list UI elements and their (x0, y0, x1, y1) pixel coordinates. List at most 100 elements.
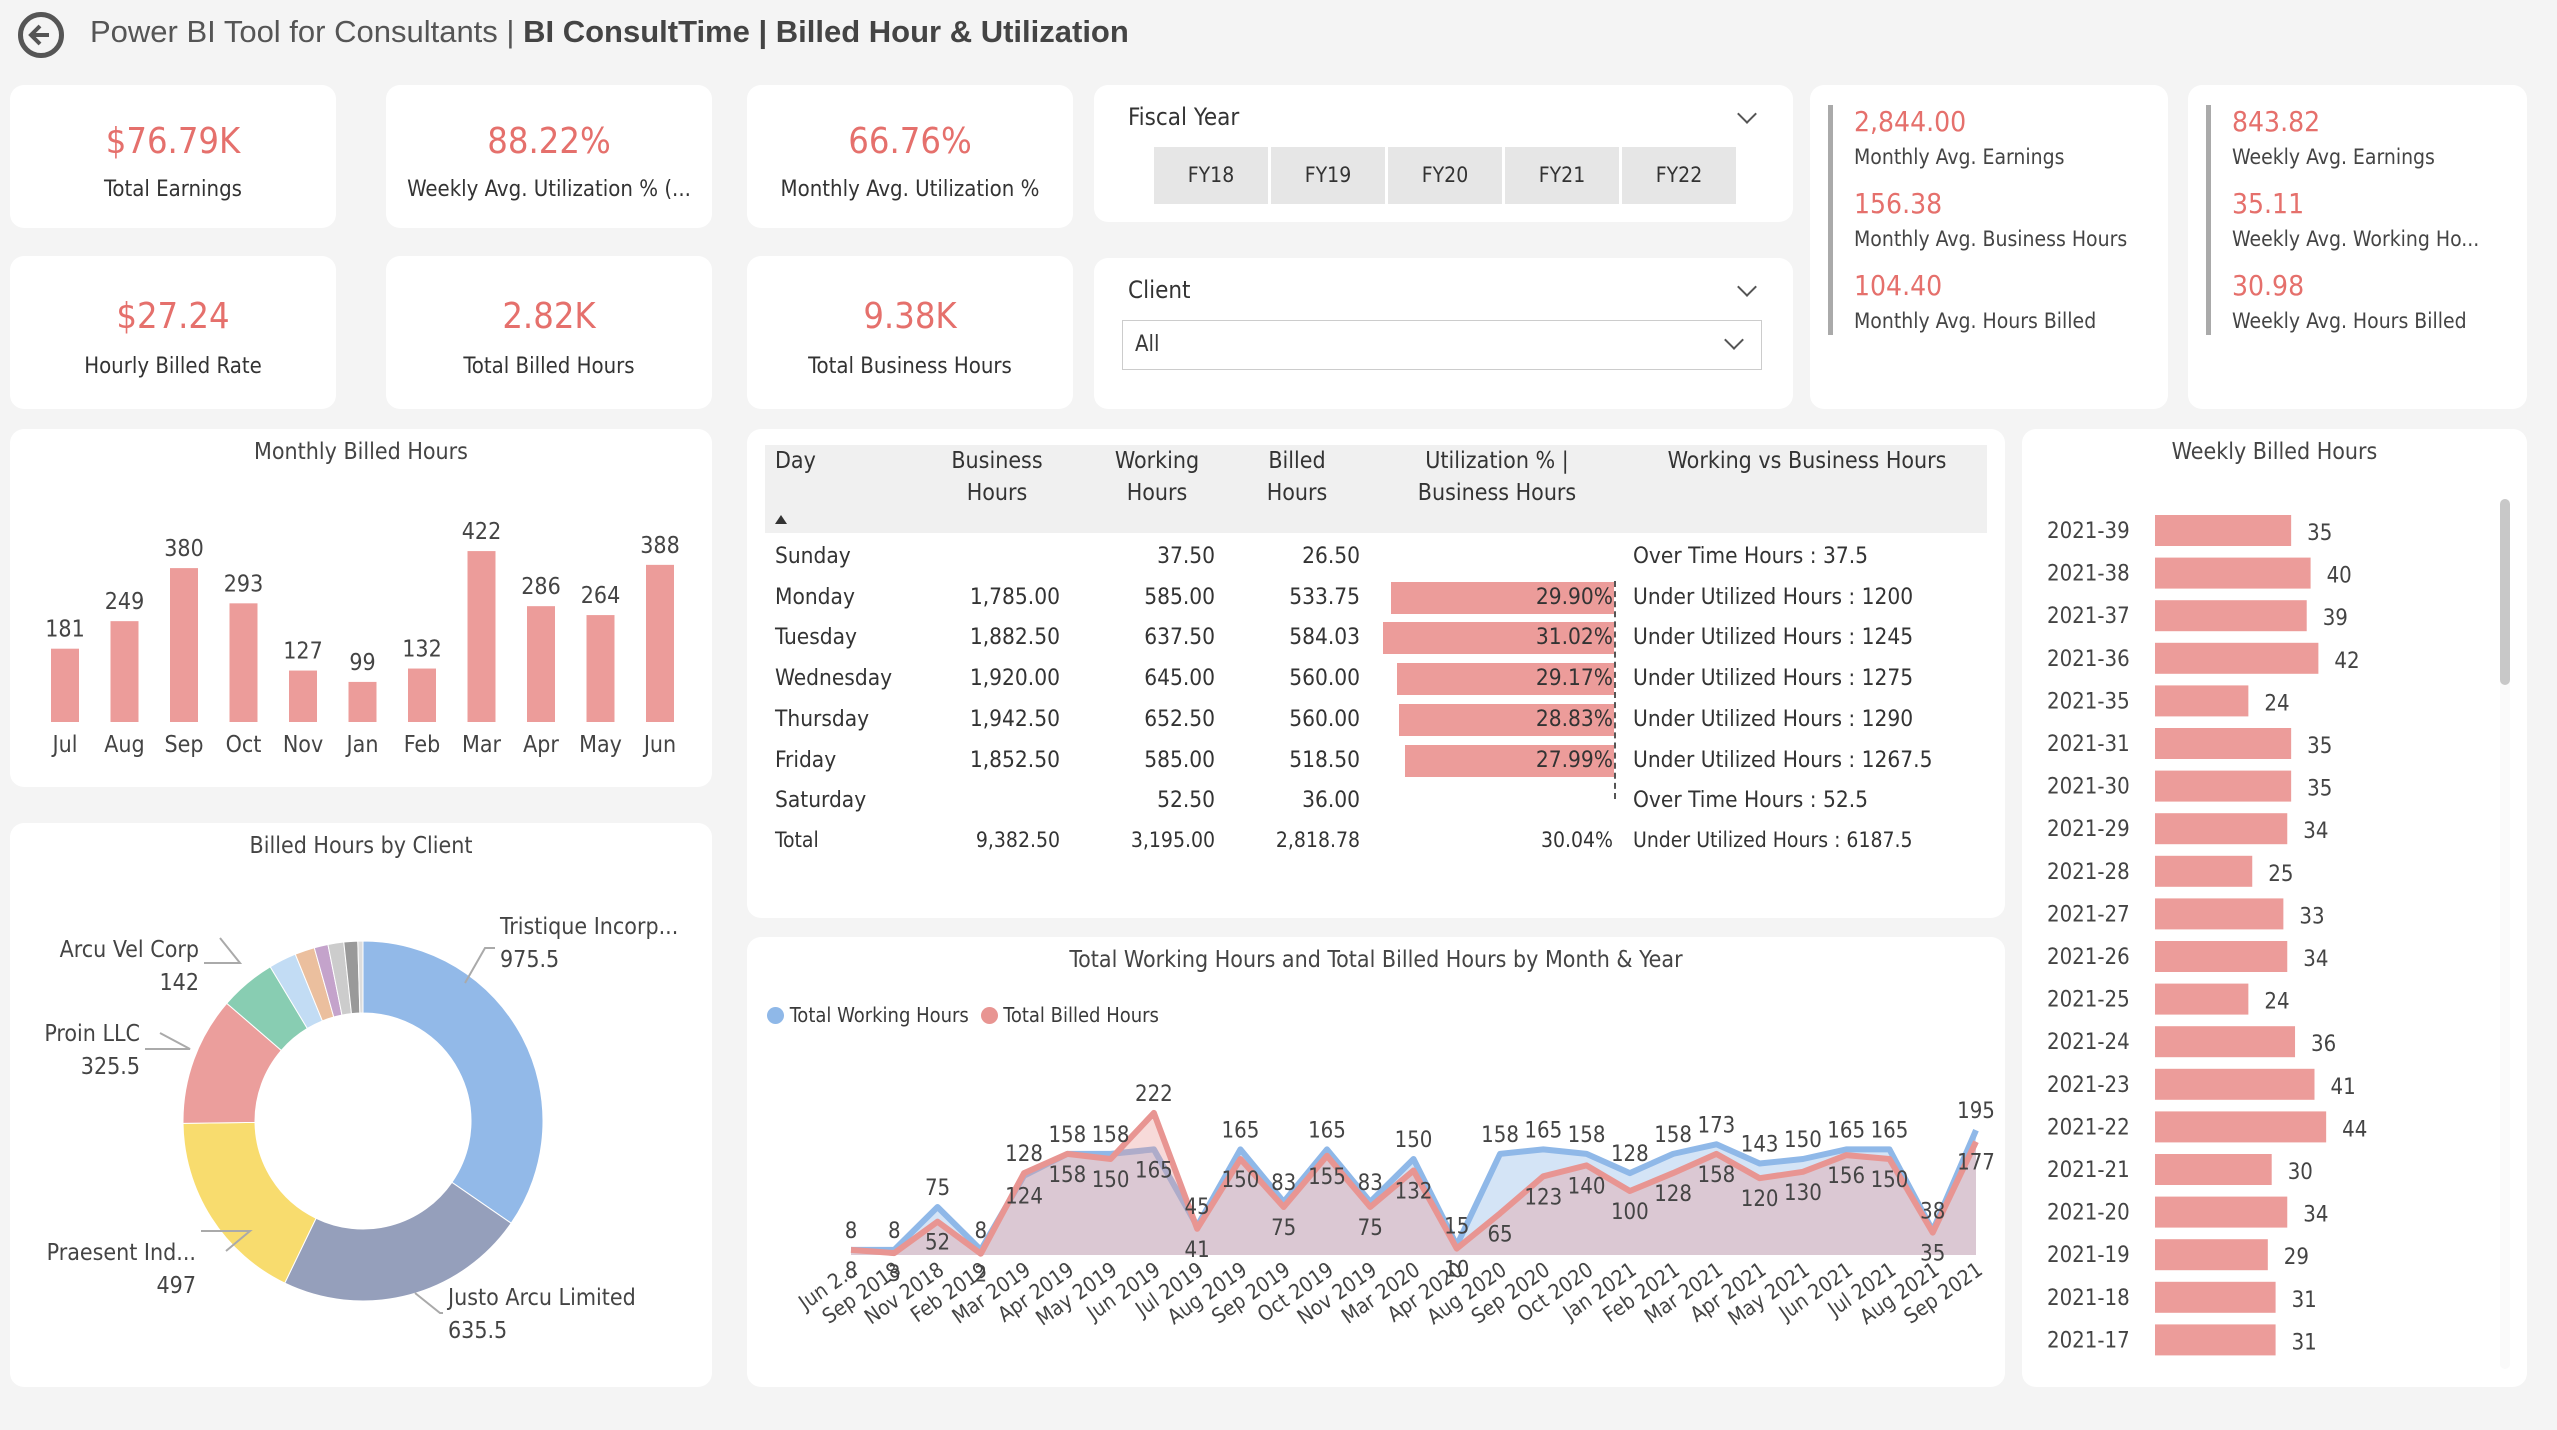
kpi-label: Total Business Hours (808, 354, 1012, 379)
data-label: 38 (1920, 1200, 1945, 1225)
bar (51, 648, 79, 722)
bar (646, 564, 674, 722)
col-billed-hours[interactable]: Billed Hours (1237, 445, 1357, 509)
data-label: 150 (1222, 1168, 1260, 1193)
slice-value: 635.5 (448, 1318, 507, 1344)
bar (2155, 898, 2284, 930)
cell-utilization: 29.90% (1535, 583, 1613, 610)
kpi-label: Monthly Avg. Utilization % (780, 177, 1040, 202)
col-day[interactable]: Day (775, 445, 816, 477)
data-label: 380 (164, 536, 204, 562)
y-tick-label: 2021-17 (2047, 1328, 2130, 1353)
monthly-billed-hours-chart: Monthly Billed Hours 181 Jul 249 Aug 380 Sep 2… (10, 429, 712, 787)
kpi-label: Total Earnings (104, 177, 242, 202)
cell-billed-hours: 36.00 (1302, 787, 1360, 814)
x-tick-label: Jul (51, 732, 78, 758)
chevron-down-icon[interactable] (1737, 104, 1757, 124)
cell-working-hours: 585.00 (1144, 583, 1215, 610)
avg-label: Weekly Avg. Hours Billed (2232, 309, 2467, 333)
avg-label: Monthly Avg. Hours Billed (1854, 309, 2097, 333)
kpi-total-business-hours: 9.38K Total Business Hours (747, 256, 1073, 409)
data-label: 132 (402, 637, 442, 663)
kpi-value: 88.22% (487, 121, 611, 162)
bar (2155, 813, 2288, 845)
col-working-vs-business[interactable]: Working vs Business Hours (1627, 445, 1987, 477)
y-tick-label: 2021-38 (2047, 562, 2130, 587)
cell-utilization: 27.99% (1535, 746, 1613, 773)
data-label: 120 (1741, 1187, 1779, 1212)
cell-working-vs-business: Under Utilized Hours : 1200 (1633, 583, 1914, 610)
cell-day: Thursday (775, 705, 870, 732)
data-label: 8 (888, 1219, 901, 1244)
cell-working-vs-business: Under Utilized Hours : 1275 (1633, 665, 1914, 692)
bar (408, 668, 436, 722)
cell-working-vs-business: Under Utilized Hours : 6187.5 (1633, 827, 1913, 852)
bar (2155, 642, 2319, 674)
data-label: 150 (1092, 1168, 1130, 1193)
y-tick-label: 2021-28 (2047, 860, 2130, 885)
data-label: 124 (1005, 1185, 1043, 1210)
y-tick-label: 2021-26 (2047, 945, 2130, 970)
slice-name: Arcu Vel Corp (60, 937, 199, 963)
bar (2155, 1068, 2315, 1100)
cell-day: Tuesday (775, 624, 858, 651)
sort-ascending-icon[interactable] (775, 515, 787, 524)
cell-working-vs-business: Over Time Hours : 37.5 (1633, 543, 1869, 569)
client-dropdown[interactable]: All (1122, 320, 1762, 370)
data-label: 83 (1271, 1171, 1296, 1196)
cell-billed-hours: 560.00 (1289, 705, 1360, 732)
col-working-hours[interactable]: Working Hours (1077, 445, 1237, 509)
working-vs-billed-chart: Total Working Hours and Total Billed Hou… (747, 937, 2005, 1387)
back-button[interactable] (18, 12, 64, 58)
donut-slice (284, 1181, 512, 1302)
y-tick-label: 2021-39 (2047, 519, 2130, 544)
avg-label: Weekly Avg. Earnings (2232, 145, 2435, 169)
fy-option[interactable]: FY18 (1154, 147, 1268, 204)
data-label: 130 (1784, 1181, 1822, 1206)
fy-option[interactable]: FY19 (1271, 147, 1385, 204)
cell-working-hours: 3,195.00 (1130, 827, 1215, 852)
data-label: 29 (2284, 1245, 2309, 1270)
leader-line (204, 937, 243, 964)
col-business-hours[interactable]: Business Hours (917, 445, 1077, 509)
slice-name: Tristique Incorp... (499, 914, 678, 940)
cell-billed-hours: 518.50 (1289, 746, 1360, 773)
leader-line (145, 1032, 191, 1050)
data-label: 150 (1395, 1128, 1433, 1153)
data-label: 158 (1697, 1163, 1735, 1188)
data-label: 35 (2307, 521, 2332, 546)
data-label: 127 (283, 639, 323, 665)
fy-option[interactable]: FY21 (1505, 147, 1619, 204)
avg-label: Monthly Avg. Business Hours (1854, 227, 2128, 251)
cell-day: Wednesday (775, 665, 893, 692)
data-label: 150 (1784, 1128, 1822, 1153)
bar (110, 621, 139, 722)
slice-value: 325.5 (81, 1054, 140, 1080)
client-selected: All (1135, 332, 1160, 357)
chevron-down-icon[interactable] (1737, 277, 1757, 297)
weekly-billed-hours-chart: Weekly Billed Hours 2021-39 35 2021-38 40 20… (2022, 429, 2527, 1387)
cell-day: Sunday (775, 543, 851, 569)
cell-utilization: 31.02% (1535, 624, 1613, 651)
slice-value: 142 (160, 970, 200, 996)
donut-slice (362, 940, 544, 1224)
bar (2155, 941, 2288, 972)
scrollbar-thumb[interactable] (2500, 499, 2510, 685)
utilization-table: Day Business Hours Working Hours Billed … (747, 429, 2005, 918)
y-tick-label: 2021-35 (2047, 689, 2130, 714)
avg-value: 104.40 (1854, 269, 1943, 302)
y-tick-label: 2021-23 (2047, 1073, 2130, 1098)
cell-billed-hours: 2,818.78 (1275, 827, 1360, 852)
cell-day: Monday (775, 583, 855, 610)
bar (467, 551, 496, 722)
page-title: Power BI Tool for Consultants | BI Consu… (90, 14, 1129, 50)
x-tick-label: Nov (283, 732, 323, 758)
bar (2155, 1154, 2272, 1185)
fy-option[interactable]: FY22 (1622, 147, 1736, 204)
title-app: Power BI Tool for Consultants | (90, 14, 524, 49)
fy-option[interactable]: FY20 (1388, 147, 1502, 204)
y-tick-label: 2021-18 (2047, 1286, 2130, 1311)
col-utilization[interactable]: Utilization % | Business Hours (1377, 445, 1617, 509)
data-label: 40 (2327, 564, 2352, 589)
bar (2155, 515, 2292, 546)
